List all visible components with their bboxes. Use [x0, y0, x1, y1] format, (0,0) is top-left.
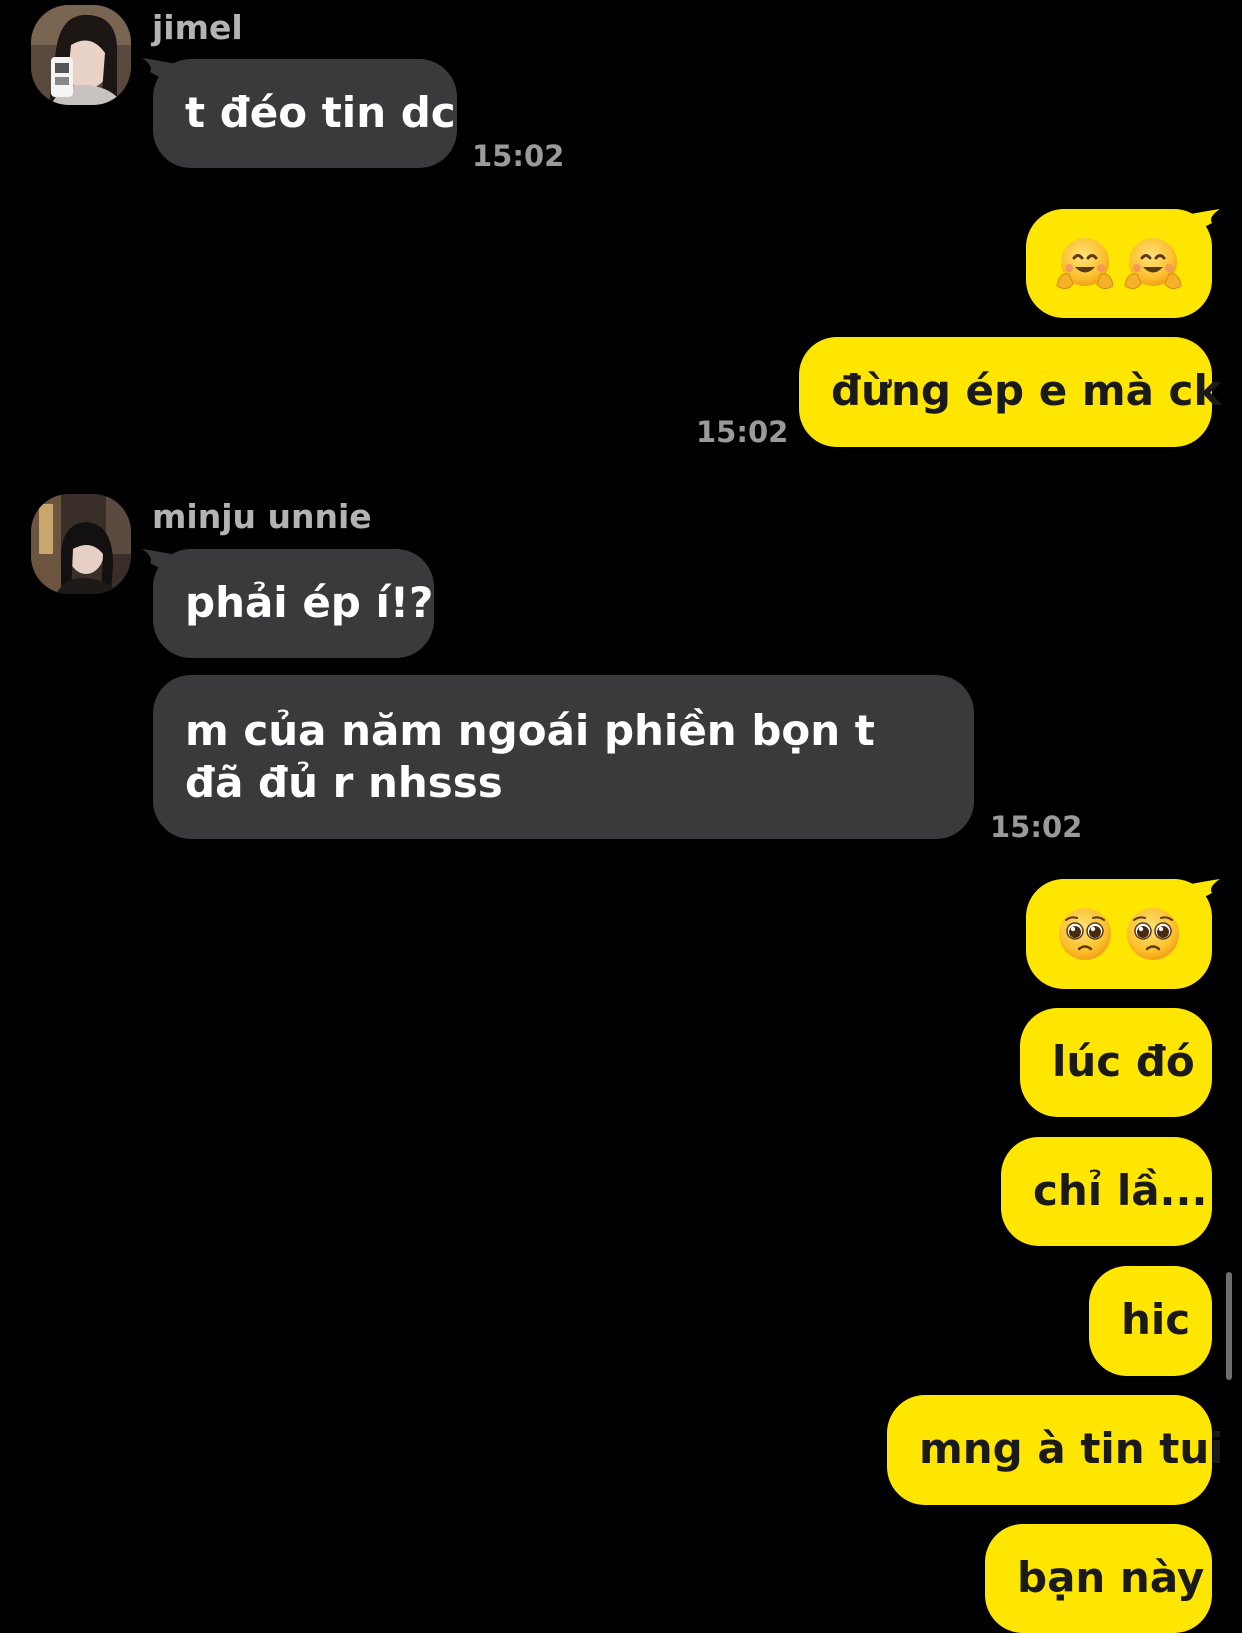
- scrollbar[interactable]: [1226, 1272, 1232, 1380]
- pleading-face-icon: [1127, 908, 1179, 960]
- message-bubble-emoji[interactable]: [1026, 879, 1212, 989]
- message-bubble[interactable]: hic: [1089, 1266, 1212, 1376]
- message-bubble[interactable]: phải ép í!?: [153, 549, 434, 658]
- message-bubble[interactable]: đừng ép e mà ck: [799, 337, 1221, 447]
- avatar-jimel[interactable]: [31, 5, 131, 105]
- message-bubble[interactable]: t đéo tin dc: [153, 59, 457, 168]
- message-bubble-emoji[interactable]: [1026, 209, 1212, 318]
- sender-name-jimel: jimel: [152, 8, 243, 47]
- message-bubble[interactable]: lúc đó: [1020, 1008, 1212, 1117]
- message-bubble[interactable]: chỉ lầ...: [1001, 1137, 1212, 1246]
- message-timestamp: 15:02: [472, 139, 565, 173]
- message-timestamp: 15:02: [990, 810, 1083, 844]
- sender-name-minju-unnie: minju unnie: [152, 497, 372, 536]
- avatar-minju-unnie[interactable]: [31, 494, 131, 594]
- hug-emoji-icon: [1056, 237, 1114, 289]
- message-bubble[interactable]: mng à tin tui: [887, 1395, 1224, 1505]
- message-bubble[interactable]: bạn này: [985, 1524, 1212, 1633]
- pleading-face-icon: [1059, 908, 1111, 960]
- message-bubble[interactable]: m của năm ngoái phiền bọn t đã đủ r nhss…: [153, 675, 974, 839]
- message-timestamp: 15:02: [696, 415, 789, 449]
- chat-screen: jimel t đéo tin dc 15:02 15:02 đừng ép e…: [0, 0, 1242, 1633]
- hug-emoji-icon: [1124, 237, 1182, 289]
